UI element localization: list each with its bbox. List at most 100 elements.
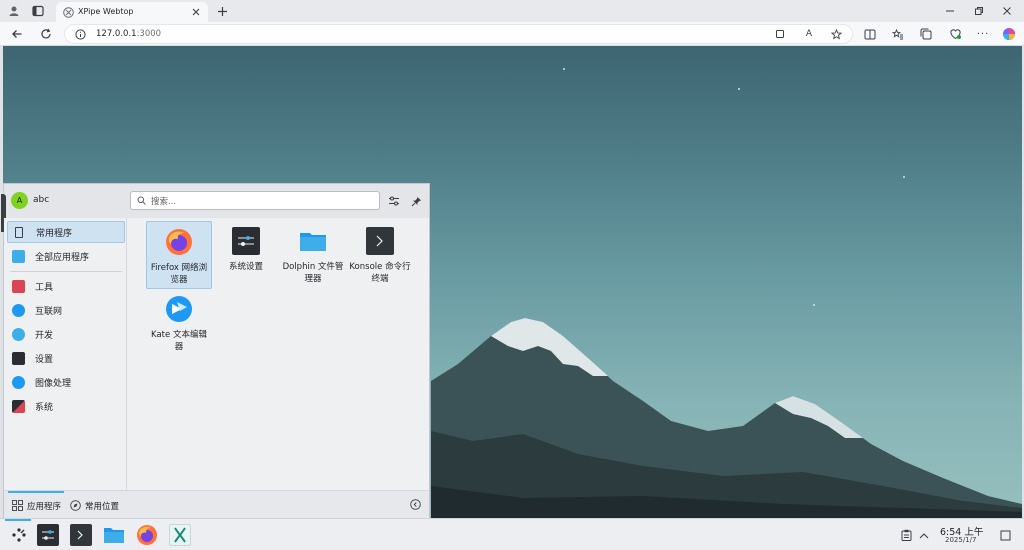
app-label: Kate 文本编辑器 (151, 330, 207, 352)
category-internet[interactable]: 互联网 (7, 299, 125, 321)
xpipe-favicon-icon (62, 6, 74, 18)
firefox-icon (165, 228, 193, 256)
search-placeholder: 搜索... (151, 197, 177, 207)
restore-window-icon[interactable] (971, 3, 987, 19)
category-settings[interactable]: 设置 (7, 347, 125, 369)
minimize-window-icon[interactable] (942, 3, 958, 19)
url-text: 127.0.0.1:3000 (96, 29, 161, 39)
taskbar-xpipe[interactable] (169, 524, 191, 546)
system-icon (12, 399, 25, 413)
toolbox-icon (12, 279, 25, 293)
browser-essentials-icon[interactable] (947, 26, 963, 42)
category-label: 系统 (35, 402, 54, 413)
category-label: 图像处理 (35, 378, 72, 389)
bookmark-icon (15, 226, 23, 238)
clock-date[interactable]: 2025/1/7 (945, 536, 976, 544)
taskbar-firefox[interactable] (136, 524, 158, 546)
new-tab-icon[interactable] (214, 3, 230, 19)
taskbar: 6:54 上午 2025/1/7 (0, 518, 1024, 550)
configure-icon[interactable] (386, 193, 402, 209)
more-options-icon[interactable]: ··· (975, 26, 991, 42)
tab-actions-icon[interactable] (30, 3, 46, 19)
category-label: 设置 (35, 354, 54, 365)
refresh-icon[interactable] (38, 26, 54, 42)
clipboard-icon[interactable] (899, 528, 913, 542)
app-kate[interactable]: Kate 文本编辑器 (146, 289, 212, 357)
close-window-icon[interactable] (999, 3, 1015, 19)
app-label: 系统设置 (228, 262, 263, 272)
kde-launcher-icon (12, 528, 26, 542)
graphics-icon (12, 375, 25, 389)
taskbar-konsole[interactable] (70, 524, 92, 546)
collections-icon[interactable] (918, 26, 934, 42)
globe-icon (12, 303, 25, 317)
tab-places[interactable]: 常用位置 (68, 493, 126, 518)
app-label: Firefox 网络浏览器 (150, 263, 208, 285)
show-hidden-tray-icon[interactable] (917, 528, 931, 542)
terminal-icon (77, 530, 83, 540)
settings-icon (12, 351, 25, 365)
terminal-icon (366, 227, 394, 255)
favorite-star-icon[interactable] (830, 28, 842, 40)
category-development[interactable]: 开发 (7, 323, 125, 345)
close-tab-icon[interactable] (190, 6, 202, 18)
back-icon[interactable] (9, 26, 25, 42)
category-label: 互联网 (35, 306, 63, 317)
split-screen-icon[interactable] (862, 26, 878, 42)
category-sidebar: 常用程序 全部应用程序 工具 互联网 开发 设置 图像处理 系统 (4, 218, 127, 490)
browser-tab-bar: XPipe Webtop (0, 0, 1024, 22)
category-favorites[interactable]: 常用程序 (7, 221, 125, 243)
category-graphics[interactable]: 图像处理 (7, 371, 125, 393)
search-input[interactable]: 搜索... (130, 191, 380, 210)
tab-applications[interactable]: 应用程序 (8, 491, 64, 518)
category-system[interactable]: 系统 (7, 395, 125, 417)
taskbar-dolphin[interactable] (103, 524, 125, 546)
username: abc (33, 195, 50, 205)
app-system-settings[interactable]: 系统设置 (213, 221, 279, 289)
application-launcher-button[interactable] (8, 524, 30, 546)
tab-places-label: 常用位置 (85, 501, 120, 512)
system-settings-icon (232, 227, 260, 255)
category-label: 工具 (35, 282, 54, 293)
profile-icon[interactable] (6, 3, 22, 19)
tab-title: XPipe Webtop (78, 7, 134, 16)
kate-icon (165, 295, 193, 323)
site-info-icon[interactable] (74, 28, 86, 40)
show-desktop-icon[interactable] (998, 528, 1012, 542)
sidebar-divider (10, 271, 122, 272)
all-apps-icon (12, 249, 25, 263)
category-label: 全部应用程序 (35, 252, 90, 263)
launcher-active-indicator (5, 519, 31, 521)
app-konsole[interactable]: Konsole 命令行终端 (347, 221, 413, 289)
category-all-applications[interactable]: 全部应用程序 (7, 245, 125, 267)
url-field[interactable]: 127.0.0.1:3000 A (64, 24, 853, 44)
taskbar-system-settings[interactable] (37, 524, 59, 546)
category-label: 常用程序 (36, 228, 73, 239)
url-host: 127.0.0.1 (96, 29, 137, 39)
avatar-initial: A (16, 196, 23, 205)
power-session-icon[interactable] (409, 498, 422, 511)
tab-applications-label: 应用程序 (27, 501, 62, 512)
launcher-footer: 应用程序 常用位置 (4, 490, 429, 518)
launcher-header: A abc 搜索... (1, 184, 429, 232)
pin-icon[interactable] (408, 193, 424, 209)
development-icon (12, 327, 25, 341)
category-label: 开发 (35, 330, 54, 341)
xpipe-icon (174, 527, 186, 543)
favorites-icon[interactable] (890, 26, 906, 42)
app-available-icon[interactable] (774, 28, 786, 40)
app-label: Dolphin 文件管理器 (282, 262, 344, 284)
app-dolphin[interactable]: Dolphin 文件管理器 (280, 221, 346, 289)
compass-icon (70, 500, 81, 511)
url-port: :3000 (136, 29, 162, 39)
grid-icon (12, 500, 23, 511)
copilot-icon[interactable] (1001, 26, 1017, 42)
search-icon (136, 195, 147, 206)
tab-xpipe-webtop[interactable]: XPipe Webtop (56, 2, 208, 22)
firefox-icon (137, 525, 157, 545)
avatar[interactable]: A (11, 192, 28, 209)
browser-address-bar: 127.0.0.1:3000 A ··· (0, 22, 1024, 46)
read-aloud-icon[interactable]: A (802, 28, 816, 40)
category-utilities[interactable]: 工具 (7, 275, 125, 297)
app-firefox[interactable]: Firefox 网络浏览器 (146, 221, 212, 289)
